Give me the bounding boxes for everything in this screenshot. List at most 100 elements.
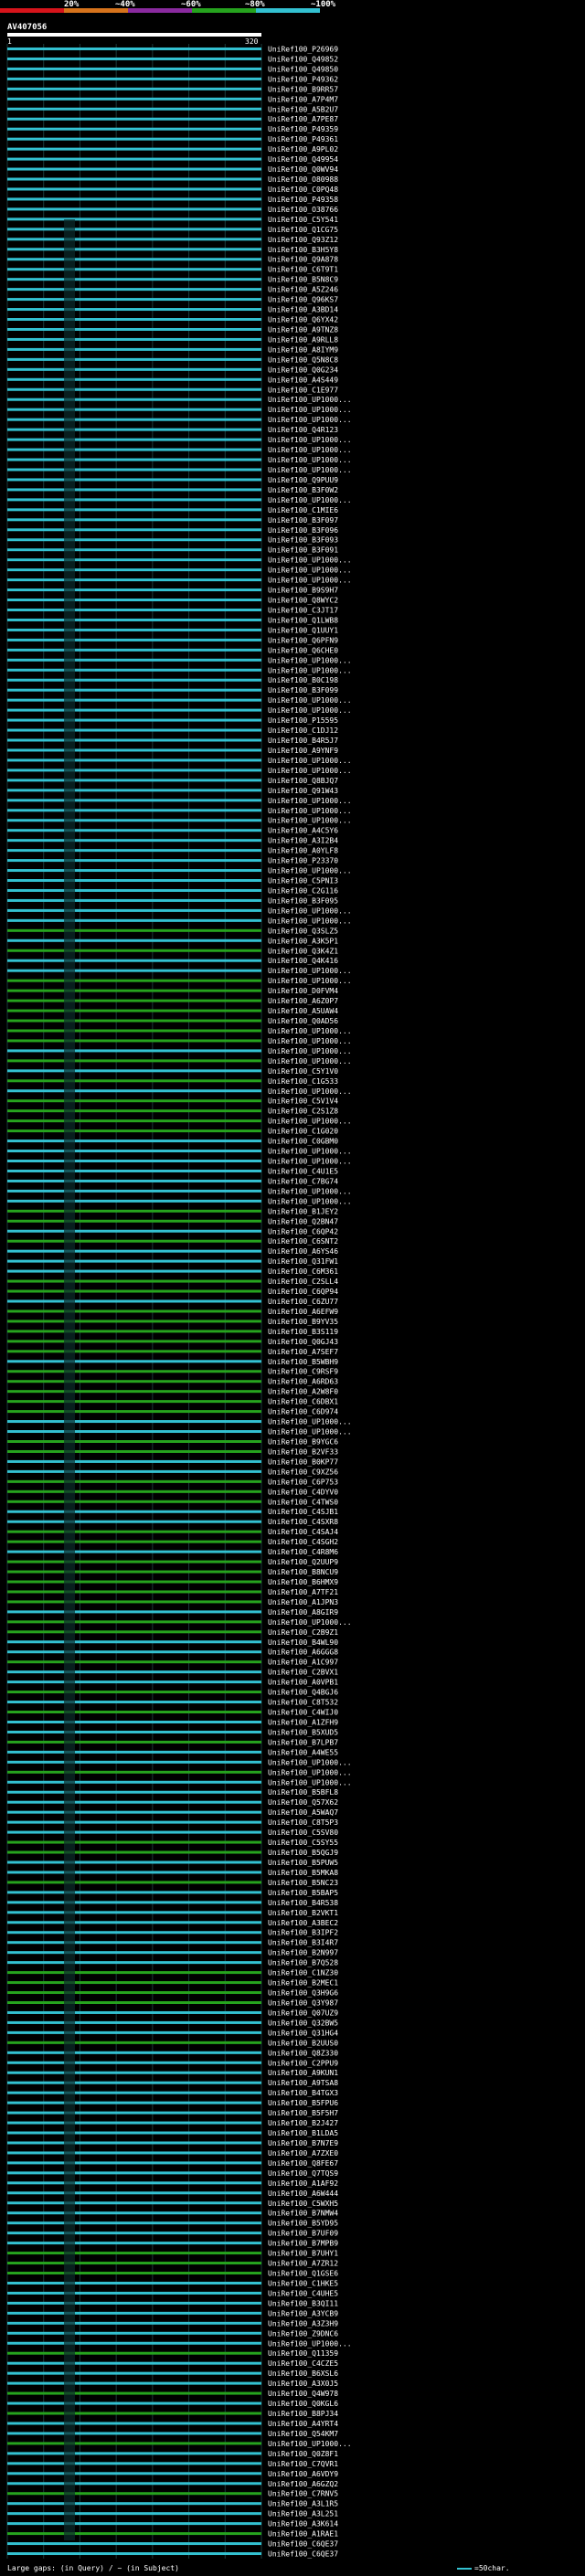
hit-bar [7, 1560, 261, 1564]
hit-bar [7, 688, 261, 692]
hit-label: UniRef100_C4U1E5 [268, 1167, 338, 1175]
hit-bar [7, 137, 261, 141]
hit-label: UniRef100_B2VKT1 [268, 1909, 338, 1917]
hit-label: UniRef100_A7TF21 [268, 1588, 338, 1596]
hit-bar [7, 1860, 261, 1864]
hit-label: UniRef100_UP1000... [268, 666, 352, 674]
hit-label: UniRef100_B6XSL6 [268, 2369, 338, 2378]
hit-bar [7, 387, 261, 391]
hit-label: UniRef100_Q32BW5 [268, 2019, 338, 2027]
hit-label: UniRef100_Q96KS7 [268, 296, 338, 304]
hit-label: UniRef100_UP1000... [268, 967, 352, 975]
hit-label: UniRef100_A6RD63 [268, 1378, 338, 1386]
hit-bar [7, 879, 261, 883]
hit-label: UniRef100_Q9A878 [268, 256, 338, 264]
hit-label: UniRef100_P49361 [268, 135, 338, 143]
hit-bar [7, 2522, 261, 2526]
hit-bar [7, 1911, 261, 1914]
hit-label: UniRef100_A7SEF7 [268, 1348, 338, 1356]
hit-label: UniRef100_C5PNI3 [268, 877, 338, 885]
hit-bar [7, 367, 261, 371]
hit-label: UniRef100_Q8Z330 [268, 2049, 338, 2057]
hit-bar [7, 1039, 261, 1043]
hit-label: UniRef100_C5SY55 [268, 1839, 338, 1847]
hit-bar [7, 538, 261, 542]
hit-label: UniRef100_Q1GSE6 [268, 2270, 338, 2278]
hit-bar [7, 2131, 261, 2135]
hit-bar [7, 628, 261, 631]
hit-label: UniRef100_UP1000... [268, 1418, 352, 1426]
hit-label: UniRef100_UP1000... [268, 1118, 352, 1126]
hit-label: UniRef100_C0PQ48 [268, 186, 338, 194]
hit-label: UniRef100_C0GBM0 [268, 1138, 338, 1146]
hit-label: UniRef100_A7PE87 [268, 115, 338, 123]
hit-label: UniRef100_UP1000... [268, 2440, 352, 2448]
hit-bar [7, 1229, 261, 1233]
hit-bar [7, 167, 261, 171]
hit-label: UniRef100_B3F099 [268, 686, 338, 694]
hit-label: UniRef100_B5YD95 [268, 2220, 338, 2228]
hit-bar [7, 979, 261, 982]
hit-bar [7, 1410, 261, 1414]
hit-bar [7, 47, 261, 50]
hit-label: UniRef100_B2VF33 [268, 1447, 338, 1456]
hit-bar [7, 478, 261, 482]
hit-bar [7, 999, 261, 1002]
hit-label: UniRef100_UP1000... [268, 817, 352, 825]
hit-bar [7, 1701, 261, 1704]
hit-label: UniRef100_Q8WYC2 [268, 597, 338, 605]
gaps-label: Large gaps: [7, 2564, 56, 2572]
hit-bar [7, 2401, 261, 2405]
hit-label: UniRef100_C4WIJ0 [268, 1709, 338, 1717]
hit-bar [7, 2272, 261, 2275]
hit-bar [7, 789, 261, 792]
hit-label: UniRef100_C6QE37 [268, 2540, 338, 2549]
hit-bar [7, 2191, 261, 2195]
hit-bar [7, 1520, 261, 1523]
hit-bar [7, 2081, 261, 2084]
hit-bar [7, 989, 261, 992]
hit-bar [7, 2121, 261, 2125]
hit-bar [7, 2301, 261, 2305]
hit-bar [7, 1971, 261, 1975]
hit-label: UniRef100_Q49850 [268, 65, 338, 73]
hit-bar [7, 1580, 261, 1584]
hit-bar [7, 1691, 261, 1694]
hit-bar [7, 1089, 261, 1093]
hit-label: UniRef100_A1AF92 [268, 2179, 338, 2188]
hit-bar [7, 2252, 261, 2255]
hit-bar [7, 2000, 261, 2004]
hit-bar [7, 2262, 261, 2265]
hit-bar [7, 558, 261, 562]
hit-bar [7, 2381, 261, 2385]
hit-bar [7, 648, 261, 652]
hit-label: UniRef100_A9YNF9 [268, 747, 338, 755]
hit-bar [7, 1670, 261, 1674]
hit-bar [7, 1680, 261, 1684]
hit-bar [7, 1650, 261, 1654]
hit-label: UniRef100_C6P753 [268, 1478, 338, 1486]
hit-label: UniRef100_B7N7E9 [268, 2139, 338, 2147]
hit-bar [7, 859, 261, 863]
hit-bar [7, 588, 261, 592]
hit-label: UniRef100_B1LDA5 [268, 2129, 338, 2137]
hit-label: UniRef100_A3L251 [268, 2510, 338, 2518]
hit-label: UniRef100_C4SGH2 [268, 1538, 338, 1546]
hit-label: UniRef100_B7UF09 [268, 2230, 338, 2238]
hit-bar [7, 1299, 261, 1303]
hit-bar [7, 157, 261, 161]
hit-label: UniRef100_Q4W978 [268, 2390, 338, 2398]
hit-bar [7, 1871, 261, 1874]
hit-label: UniRef100_B9YV35 [268, 1318, 338, 1326]
hit-label: UniRef100_C6QP42 [268, 1227, 338, 1235]
hit-bar [7, 839, 261, 843]
hit-bar [7, 488, 261, 492]
gaps-sep: / [108, 2564, 113, 2572]
hit-bar [7, 528, 261, 532]
hit-label: UniRef100_C3JT17 [268, 606, 338, 614]
hit-bar [7, 1530, 261, 1533]
hit-label: UniRef100_B2MEC1 [268, 1979, 338, 1988]
hit-label: UniRef100_UP1000... [268, 496, 352, 504]
hit-label: UniRef100_Q2UUP9 [268, 1558, 338, 1566]
hit-label: UniRef100_A4YRT4 [268, 2420, 338, 2428]
